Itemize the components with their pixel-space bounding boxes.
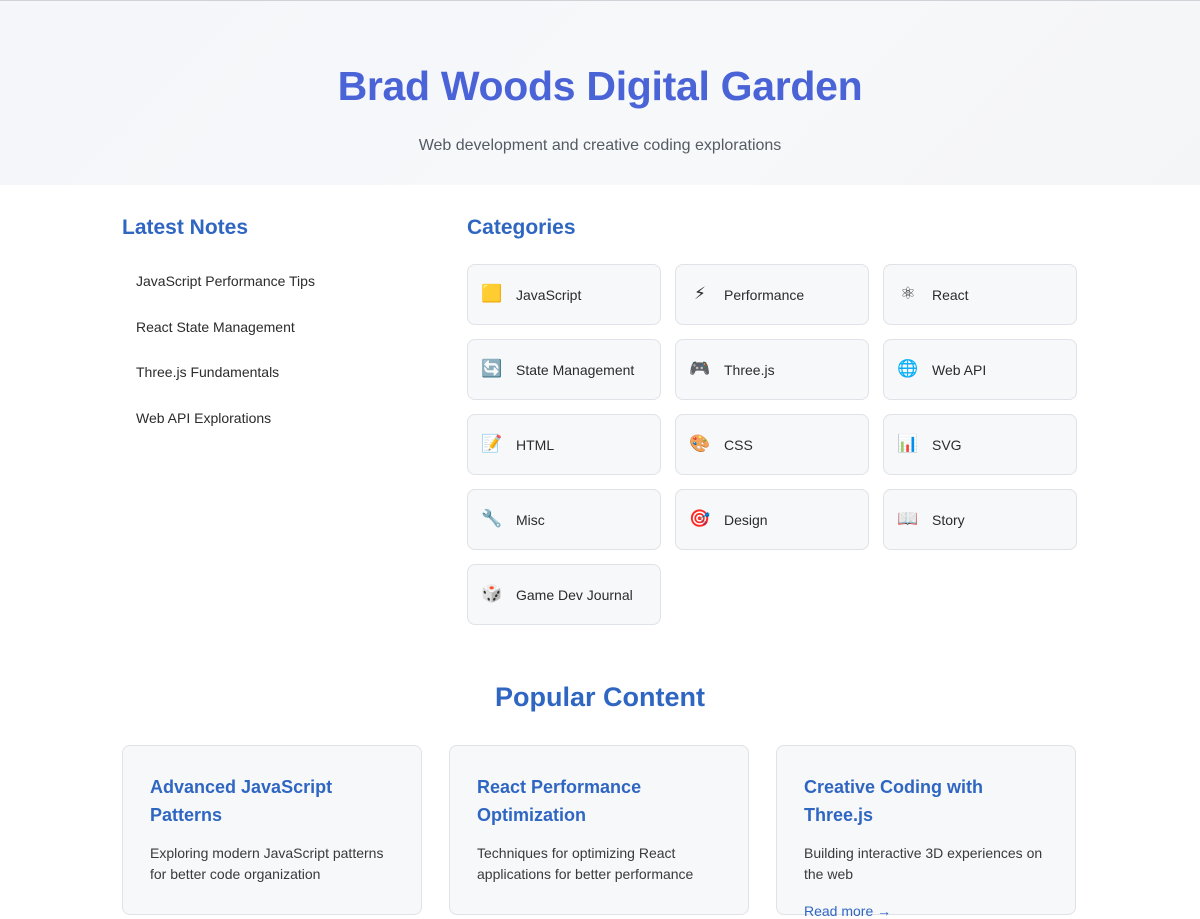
category-card-html[interactable]: 📝 HTML [467,414,661,475]
card-title[interactable]: React Performance Optimization [477,773,721,829]
category-label: Performance [724,286,805,303]
category-label: Story [932,511,965,528]
category-card-game-dev-journal[interactable]: 🎲 Game Dev Journal [467,564,661,625]
category-label: Misc [516,511,545,528]
category-card-state-management[interactable]: 🔄 State Management [467,339,661,400]
note-link[interactable]: Three.js Fundamentals [136,364,436,410]
category-label: Design [724,511,768,528]
category-card-react[interactable]: ⚛ React [883,264,1077,325]
latest-notes-list: JavaScript Performance Tips React State … [136,273,436,455]
category-card-misc[interactable]: 🔧 Misc [467,489,661,550]
category-card-css[interactable]: 🎨 CSS [675,414,869,475]
category-label: Web API [932,361,987,378]
category-label: State Management [516,361,635,378]
content-card[interactable]: Creative Coding with Three.js Building i… [776,745,1076,919]
category-card-web-api[interactable]: 🌐 Web API [883,339,1077,400]
category-card-design[interactable]: 🎯 Design [675,489,869,550]
content-card[interactable]: Advanced JavaScript Patterns Exploring m… [122,745,422,915]
note-link[interactable]: JavaScript Performance Tips [136,273,436,319]
card-description: Exploring modern JavaScript patterns for… [150,845,384,882]
category-label: React [932,286,969,303]
yellow-square-icon: 🟨 [481,284,503,304]
gamepad-icon: 🎮 [689,359,711,379]
category-label: Game Dev Journal [516,586,633,603]
categories-heading: Categories [467,216,576,239]
category-card-javascript[interactable]: 🟨 JavaScript [467,264,661,325]
palette-icon: 🎨 [689,434,711,454]
note-link[interactable]: Web API Explorations [136,410,436,456]
atom-icon: ⚛ [900,284,916,304]
content-card[interactable]: React Performance Optimization Technique… [449,745,749,915]
refresh-arrows-icon: 🔄 [481,359,503,379]
open-book-icon: 📖 [897,509,919,529]
card-title[interactable]: Advanced JavaScript Patterns [150,773,394,829]
memo-icon: 📝 [481,434,503,454]
bar-chart-icon: 📊 [897,434,919,454]
site-title: Brad Woods Digital Garden [337,63,863,109]
category-card-performance[interactable]: ⚡ Performance [675,264,869,325]
read-more-link[interactable]: Read more → [804,903,1048,919]
card-description: Techniques for optimizing React applicat… [477,845,694,882]
category-label: HTML [516,436,555,453]
popular-content-heading: Popular Content [495,682,705,712]
category-label: CSS [724,436,753,453]
category-label: Three.js [724,361,775,378]
dice-icon: 🎲 [481,584,503,604]
category-label: SVG [932,436,962,453]
latest-notes-heading: Latest Notes [122,216,249,239]
categories-grid: 🟨 JavaScript ⚡ Performance ⚛ React 🔄 State Mana… [467,264,1077,625]
card-title[interactable]: Creative Coding with Three.js [804,773,1048,829]
target-icon: 🎯 [689,509,711,529]
wrench-icon: 🔧 [481,509,503,529]
card-description: Building interactive 3D experiences on t… [804,845,1043,882]
category-label: JavaScript [516,286,582,303]
site-subtitle: Web development and creative coding expl… [418,137,782,154]
note-link[interactable]: React State Management [136,319,436,365]
lightning-icon: ⚡ [694,284,706,304]
hero-banner: Brad Woods Digital Garden Web developmen… [0,0,1200,185]
globe-icon: 🌐 [897,359,919,379]
category-card-story[interactable]: 📖 Story [883,489,1077,550]
category-card-three-js[interactable]: 🎮 Three.js [675,339,869,400]
category-card-svg[interactable]: 📊 SVG [883,414,1077,475]
